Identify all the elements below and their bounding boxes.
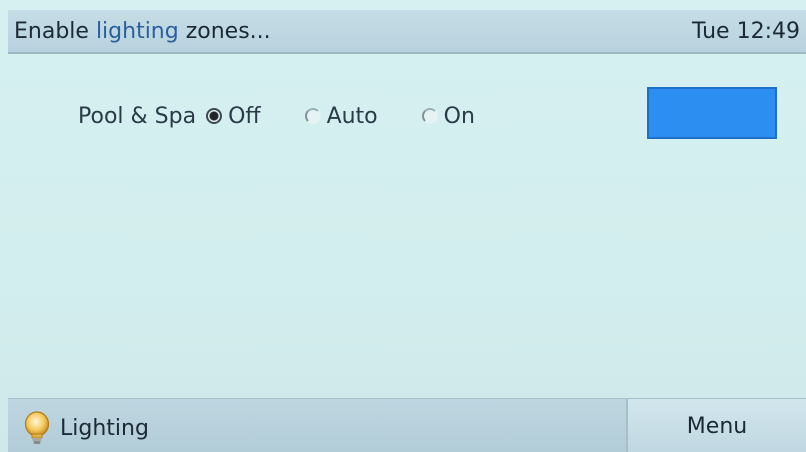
page-title-suffix: zones...	[178, 19, 271, 44]
page-title: Enable lighting zones...	[14, 19, 271, 44]
menu-button[interactable]: Menu	[626, 399, 806, 452]
page-title-accent: lighting	[95, 19, 179, 44]
lighting-label: Lighting	[60, 415, 149, 441]
radio-auto[interactable]: Auto	[304, 103, 378, 129]
radio-auto-indicator	[304, 108, 321, 124]
zone-row-pool-spa: Pool & Spa Off Auto On	[78, 96, 519, 136]
bottom-bar: Lighting Menu	[8, 398, 806, 452]
radio-auto-label: Auto	[326, 103, 378, 129]
clock-display: Tue 12:49	[692, 19, 800, 44]
radio-on[interactable]: On	[421, 103, 475, 129]
radio-off[interactable]: Off	[206, 103, 261, 129]
lightbulb-icon	[24, 411, 50, 444]
lighting-section-button[interactable]: Lighting	[24, 411, 149, 445]
zone-color-button[interactable]	[647, 87, 777, 139]
title-bar: Enable lighting zones... Tue 12:49	[8, 10, 806, 54]
radio-on-indicator	[421, 108, 438, 124]
radio-on-label: On	[443, 103, 475, 129]
radio-off-indicator	[206, 108, 223, 124]
zone-name-label: Pool & Spa	[78, 103, 197, 129]
radio-off-label: Off	[228, 103, 261, 129]
touchscreen: Enable lighting zones... Tue 12:49 Pool …	[0, 0, 806, 452]
page-title-prefix: Enable	[14, 19, 96, 44]
